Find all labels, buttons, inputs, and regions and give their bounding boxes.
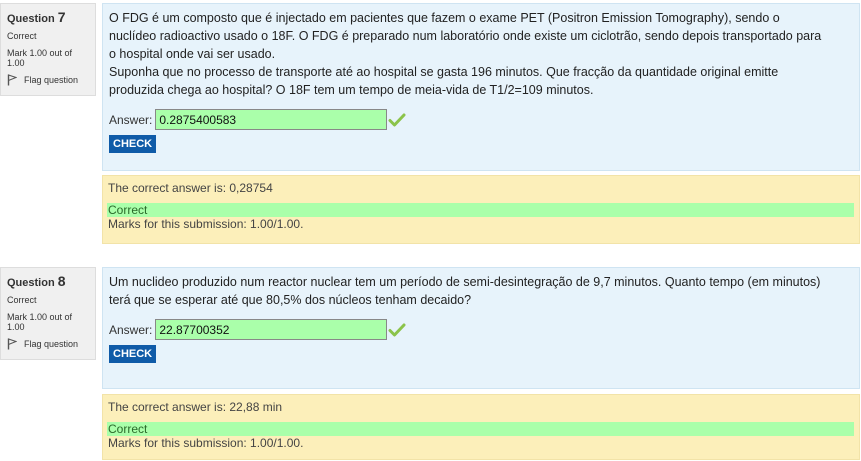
question-outcome: The correct answer is: 0,28754 Correct M… [102, 175, 860, 244]
answer-label: Answer: [109, 112, 153, 127]
flag-question-label: Flag question [24, 339, 79, 349]
right-answer: The correct answer is: 22,88 min [108, 400, 283, 414]
feedback-correct: Correct [107, 203, 854, 217]
submission-marks: Marks for this submission: 1.00/1.00. [108, 217, 304, 231]
check-button[interactable]: CHECK [109, 135, 157, 153]
flag-outline-icon [7, 338, 17, 350]
flag-question-label: Flag question [24, 75, 79, 85]
answer-label: Answer: [109, 322, 153, 337]
checkmark-icon [388, 323, 406, 336]
flag-question-link[interactable]: Flag question [7, 338, 91, 350]
question-state: Correct [7, 31, 37, 41]
question-formulation: Um nuclideo produzido num reactor nuclea… [102, 267, 860, 389]
right-answer: The correct answer is: 0,28754 [108, 181, 273, 195]
answer-input[interactable] [155, 319, 388, 340]
answer-input[interactable] [155, 109, 388, 130]
checkmark-icon [388, 113, 406, 126]
question-grade: Mark 1.00 out of 1.00 [7, 48, 73, 68]
question-text: O FDG é um composto que é injectado em p… [109, 11, 822, 97]
flag-outline-icon [7, 74, 17, 86]
question-number: Question 8 [7, 273, 66, 289]
question-outcome: The correct answer is: 22,88 min Correct… [102, 394, 860, 460]
feedback-correct: Correct [107, 422, 854, 436]
question-number: Question 7 [7, 9, 66, 25]
answer-row: Answer: [109, 319, 851, 340]
question-info: Question 8 Correct Mark 1.00 out of 1.00… [0, 267, 96, 360]
flag-question-link[interactable]: Flag question [7, 74, 91, 86]
question-formulation: O FDG é um composto que é injectado em p… [102, 3, 860, 171]
question-text: Um nuclideo produzido num reactor nuclea… [109, 275, 821, 307]
question-info: Question 7 Correct Mark 1.00 out of 1.00… [0, 3, 96, 96]
check-button[interactable]: CHECK [109, 345, 157, 363]
answer-row: Answer: [109, 109, 851, 130]
question-grade: Mark 1.00 out of 1.00 [7, 312, 73, 332]
submission-marks: Marks for this submission: 1.00/1.00. [108, 436, 304, 450]
question-state: Correct [7, 295, 37, 305]
